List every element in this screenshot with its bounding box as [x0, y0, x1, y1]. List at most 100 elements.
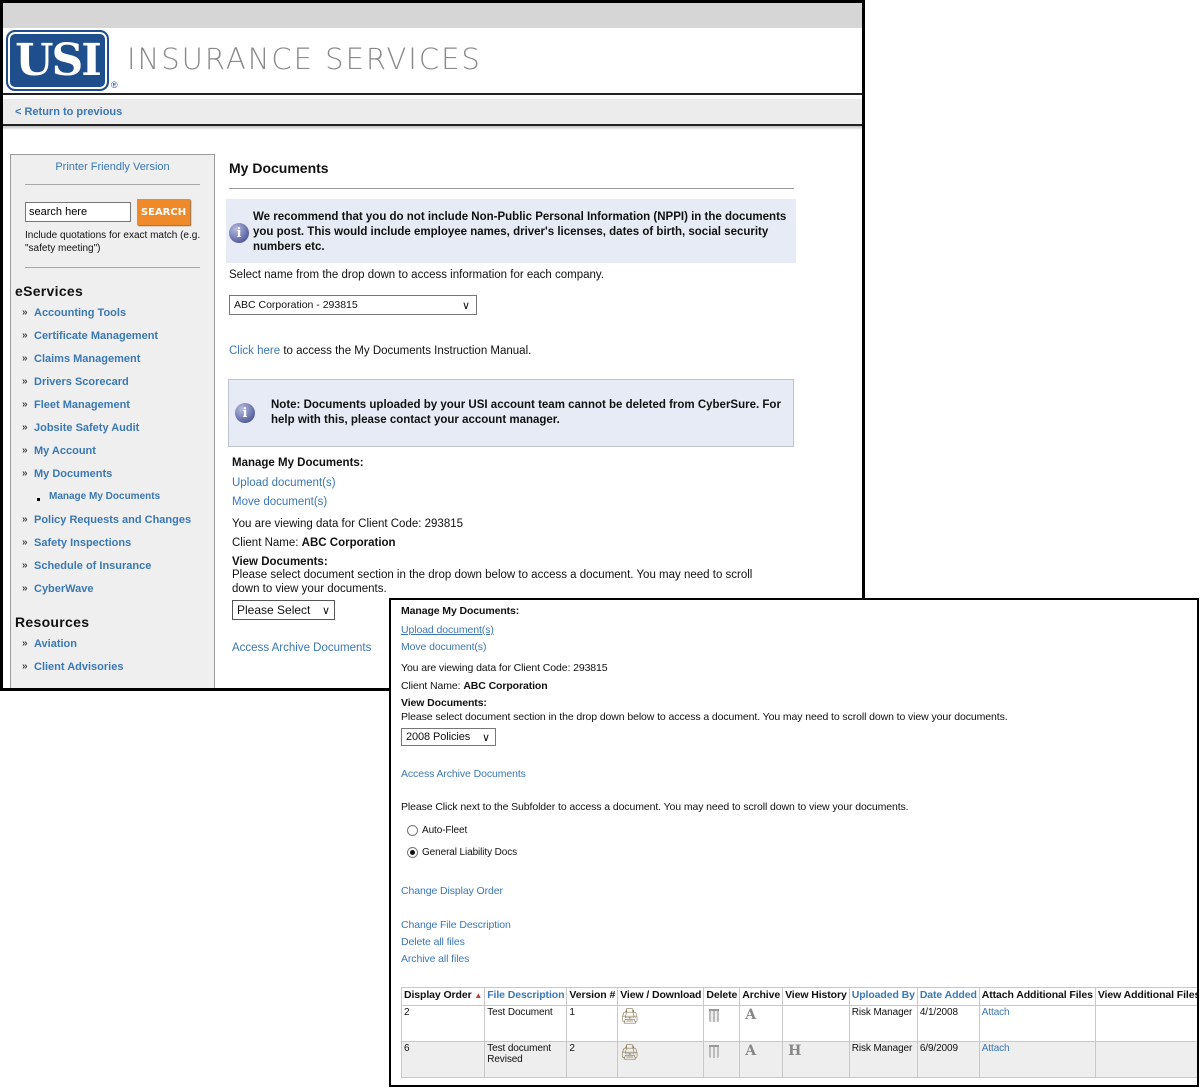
- sidebar-item-schedule-of-insurance[interactable]: » Schedule of Insurance: [11, 554, 214, 577]
- section-select[interactable]: 2008 Policies ∨: [401, 728, 496, 746]
- client-name: ABC Corporation: [463, 680, 548, 692]
- cell-delete: [703, 1005, 741, 1042]
- access-archive-link[interactable]: Access Archive Documents: [232, 642, 371, 654]
- attach-link[interactable]: Attach: [982, 1007, 1010, 1018]
- sidebar-subitem-manage-my-documents[interactable]: Manage My Documents: [11, 485, 214, 508]
- move-documents-link[interactable]: Move document(s): [401, 641, 486, 653]
- cell-attach: Attach: [978, 1041, 1096, 1078]
- archive-all-files-link[interactable]: Archive all files: [401, 953, 469, 965]
- sidebar-item-my-documents[interactable]: » My Documents: [11, 462, 214, 485]
- column-display-order[interactable]: Display Order ▲: [400, 987, 486, 1006]
- cell-archive: A: [739, 1005, 784, 1042]
- view-documents-heading: View Documents:: [232, 556, 328, 568]
- sidebar-item-client-advisories[interactable]: » Client Advisories: [11, 655, 214, 678]
- trash-icon[interactable]: [709, 1045, 720, 1058]
- registered-mark: ®: [111, 80, 118, 90]
- radio-button-checked[interactable]: [407, 847, 418, 858]
- divider: [25, 267, 200, 268]
- sidebar-item-label[interactable]: Safety Inspections: [34, 537, 131, 549]
- sidebar-item-label[interactable]: CyberWave: [34, 583, 94, 595]
- access-archive-link[interactable]: Access Archive Documents: [401, 768, 526, 780]
- change-display-order-link[interactable]: Change Display Order: [401, 885, 503, 897]
- sidebar-item-safety-inspections[interactable]: » Safety Inspections: [11, 531, 214, 554]
- download-icon[interactable]: 🖨: [620, 1044, 639, 1061]
- sidebar-item-certificate-management[interactable]: » Certificate Management: [11, 324, 214, 347]
- upload-documents-link[interactable]: Upload document(s): [232, 477, 336, 489]
- return-to-previous-link[interactable]: < Return to previous: [15, 106, 122, 118]
- sidebar-item-label[interactable]: My Documents: [34, 468, 112, 480]
- sidebar-item-label[interactable]: Jobsite Safety Audit: [34, 422, 139, 434]
- upload-documents-link[interactable]: Upload document(s): [401, 624, 494, 636]
- manual-line: Click here to access the My Documents In…: [229, 345, 796, 357]
- change-file-description-link[interactable]: Change File Description: [401, 919, 511, 931]
- column-uploaded-by[interactable]: Uploaded By: [848, 987, 918, 1006]
- bullet-icon: [37, 497, 40, 501]
- attach-link[interactable]: Attach: [982, 1043, 1010, 1054]
- move-documents-link[interactable]: Move document(s): [232, 496, 327, 508]
- column-date-added[interactable]: Date Added: [916, 987, 980, 1006]
- double-chevron-right-icon: »: [22, 560, 28, 571]
- info-icon: i: [229, 223, 249, 243]
- sidebar-item-label[interactable]: Policy Requests and Changes: [34, 514, 191, 526]
- subfolder-instruction: Please Click next to the Subfolder to ac…: [401, 801, 909, 813]
- sidebar-item-aviation[interactable]: » Aviation: [11, 632, 214, 655]
- eservices-heading: eServices: [15, 283, 84, 299]
- instruction-manual-link[interactable]: Click here: [229, 345, 280, 357]
- double-chevron-right-icon: »: [22, 376, 28, 387]
- divider: [25, 184, 200, 185]
- brand-name: INSURANCE SERVICES: [127, 42, 482, 76]
- sidebar-item-label[interactable]: Claims Management: [34, 353, 140, 365]
- sidebar-subitem-label[interactable]: Manage My Documents: [49, 491, 160, 502]
- usi-logo[interactable]: USI: [6, 30, 109, 91]
- cell-file-description: Test Document: [484, 1005, 568, 1042]
- sidebar-item-fleet-management[interactable]: » Fleet Management: [11, 393, 214, 416]
- sidebar-item-claims-management[interactable]: » Claims Management: [11, 347, 214, 370]
- double-chevron-right-icon: »: [22, 661, 28, 672]
- resources-heading: Resources: [15, 614, 90, 630]
- sidebar-item-label[interactable]: Fleet Management: [34, 399, 130, 411]
- cell-attach: Attach: [978, 1005, 1096, 1042]
- double-chevron-right-icon: »: [22, 537, 28, 548]
- history-icon[interactable]: H: [788, 1043, 801, 1059]
- download-icon[interactable]: 🖨: [620, 1008, 639, 1025]
- sidebar-item-policy-requests[interactable]: » Policy Requests and Changes: [11, 508, 214, 531]
- sort-ascending-icon: ▲: [474, 991, 483, 1000]
- sidebar-item-label[interactable]: My Account: [34, 445, 96, 457]
- double-chevron-right-icon: »: [22, 307, 28, 318]
- sidebar-item-label[interactable]: Certificate Management: [34, 330, 158, 342]
- search-button[interactable]: SEARCH: [137, 199, 190, 225]
- sidebar-item-drivers-scorecard[interactable]: » Drivers Scorecard: [11, 370, 214, 393]
- subfolder-radio-auto-fleet[interactable]: Auto-Fleet: [407, 825, 467, 836]
- subfolder-radio-general-liability[interactable]: General Liability Docs: [407, 847, 517, 858]
- trash-icon[interactable]: [709, 1009, 720, 1022]
- client-name-line: Client Name: ABC Corporation: [401, 680, 548, 692]
- sidebar-item-jobsite-safety-audit[interactable]: » Jobsite Safety Audit: [11, 416, 214, 439]
- sidebar-item-label[interactable]: Schedule of Insurance: [34, 560, 151, 572]
- sidebar-item-cyberwave[interactable]: » CyberWave: [11, 577, 214, 600]
- search-input[interactable]: [25, 202, 131, 222]
- cell-date-added: 4/1/2008: [916, 1005, 980, 1042]
- table-row: 6 Test document Revised 2 🖨 A H Risk Man…: [400, 1041, 1197, 1078]
- column-file-description[interactable]: File Description: [484, 987, 568, 1006]
- note-text: Note: Documents uploaded by your USI acc…: [271, 399, 781, 426]
- sidebar-item-label[interactable]: Aviation: [34, 638, 77, 650]
- archive-icon[interactable]: A: [745, 1007, 756, 1023]
- printer-friendly-link[interactable]: Printer Friendly Version: [11, 161, 214, 173]
- sidebar-item-my-account[interactable]: » My Account: [11, 439, 214, 462]
- company-select[interactable]: ABC Corporation - 293815 ∨: [229, 295, 477, 315]
- sidebar-item-label[interactable]: Accounting Tools: [34, 307, 126, 319]
- double-chevron-right-icon: »: [22, 353, 28, 364]
- cell-view-additional: [1094, 1005, 1197, 1042]
- note-box: i Note: Documents uploaded by your USI a…: [228, 379, 794, 447]
- delete-all-files-link[interactable]: Delete all files: [401, 936, 465, 948]
- column-view-download: View / Download: [617, 987, 705, 1006]
- radio-button[interactable]: [407, 825, 418, 836]
- table-header-row: Display Order ▲ File Description Version…: [400, 987, 1197, 1006]
- sidebar-item-label[interactable]: Client Advisories: [34, 661, 123, 673]
- sidebar-item-label[interactable]: Drivers Scorecard: [34, 376, 129, 388]
- sidebar-item-accounting-tools[interactable]: » Accounting Tools: [11, 301, 214, 324]
- archive-icon[interactable]: A: [745, 1043, 756, 1059]
- view-instruction: Please select document section in the dr…: [401, 711, 1008, 723]
- search-hint: Include quotations for exact match (e.g.…: [25, 230, 201, 254]
- section-select[interactable]: Please Select ∨: [232, 600, 335, 620]
